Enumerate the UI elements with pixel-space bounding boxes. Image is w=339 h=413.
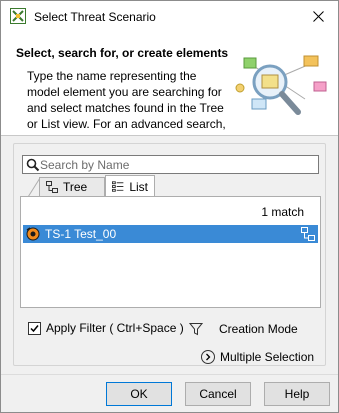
chevron-right-icon bbox=[206, 353, 211, 361]
filter-funnel-icon[interactable] bbox=[189, 322, 203, 336]
search-input[interactable] bbox=[40, 156, 316, 173]
search-field[interactable] bbox=[22, 155, 319, 174]
multiple-selection-label: Multiple Selection bbox=[220, 350, 315, 364]
tab-list-label: List bbox=[129, 179, 148, 194]
list-item[interactable]: TS-1 Test_00 bbox=[23, 225, 318, 243]
app-icon bbox=[10, 8, 26, 24]
window-title: Select Threat Scenario bbox=[34, 10, 156, 24]
show-in-tree-icon[interactable] bbox=[301, 227, 315, 241]
list-icon bbox=[112, 180, 124, 192]
header-title: Select, search for, or create elements bbox=[16, 46, 229, 60]
match-count: 1 match bbox=[261, 205, 304, 219]
results-list[interactable]: 1 match TS-1 Test_00 bbox=[20, 196, 321, 308]
tree-icon bbox=[46, 181, 58, 193]
header-description: Type the name representing the model ele… bbox=[27, 69, 226, 131]
tab-tree[interactable]: Tree bbox=[39, 177, 105, 196]
close-button[interactable] bbox=[298, 1, 338, 32]
expand-circle-button[interactable] bbox=[201, 350, 215, 364]
select-threat-scenario-dialog: Select Threat Scenario Select, search fo… bbox=[0, 0, 339, 413]
apply-filter-checkbox[interactable] bbox=[28, 321, 41, 335]
cancel-button[interactable]: Cancel bbox=[185, 382, 251, 406]
tab-tree-label: Tree bbox=[63, 180, 88, 194]
threat-scenario-icon bbox=[26, 227, 40, 241]
apply-filter-label: Apply Filter ( Ctrl+Space ) bbox=[46, 321, 184, 335]
ok-button[interactable]: OK bbox=[106, 382, 172, 406]
dialog-header: Select, search for, or create elements T… bbox=[1, 32, 338, 136]
list-item-label: TS-1 Test_00 bbox=[45, 227, 117, 241]
title-bar[interactable]: Select Threat Scenario bbox=[1, 1, 338, 32]
creation-mode-toggle[interactable]: Creation Mode bbox=[219, 322, 298, 336]
checkmark-icon bbox=[30, 324, 39, 332]
search-elements-illustration-icon bbox=[235, 55, 327, 115]
close-icon bbox=[312, 11, 324, 22]
help-button[interactable]: Help bbox=[264, 382, 330, 406]
search-icon bbox=[26, 158, 40, 172]
apply-filter-option[interactable]: Apply Filter ( Ctrl+Space ) bbox=[28, 321, 184, 335]
tab-list[interactable]: List bbox=[105, 175, 155, 197]
footer-separator bbox=[1, 374, 338, 375]
multiple-selection-toggle[interactable]: Multiple Selection bbox=[201, 350, 314, 364]
